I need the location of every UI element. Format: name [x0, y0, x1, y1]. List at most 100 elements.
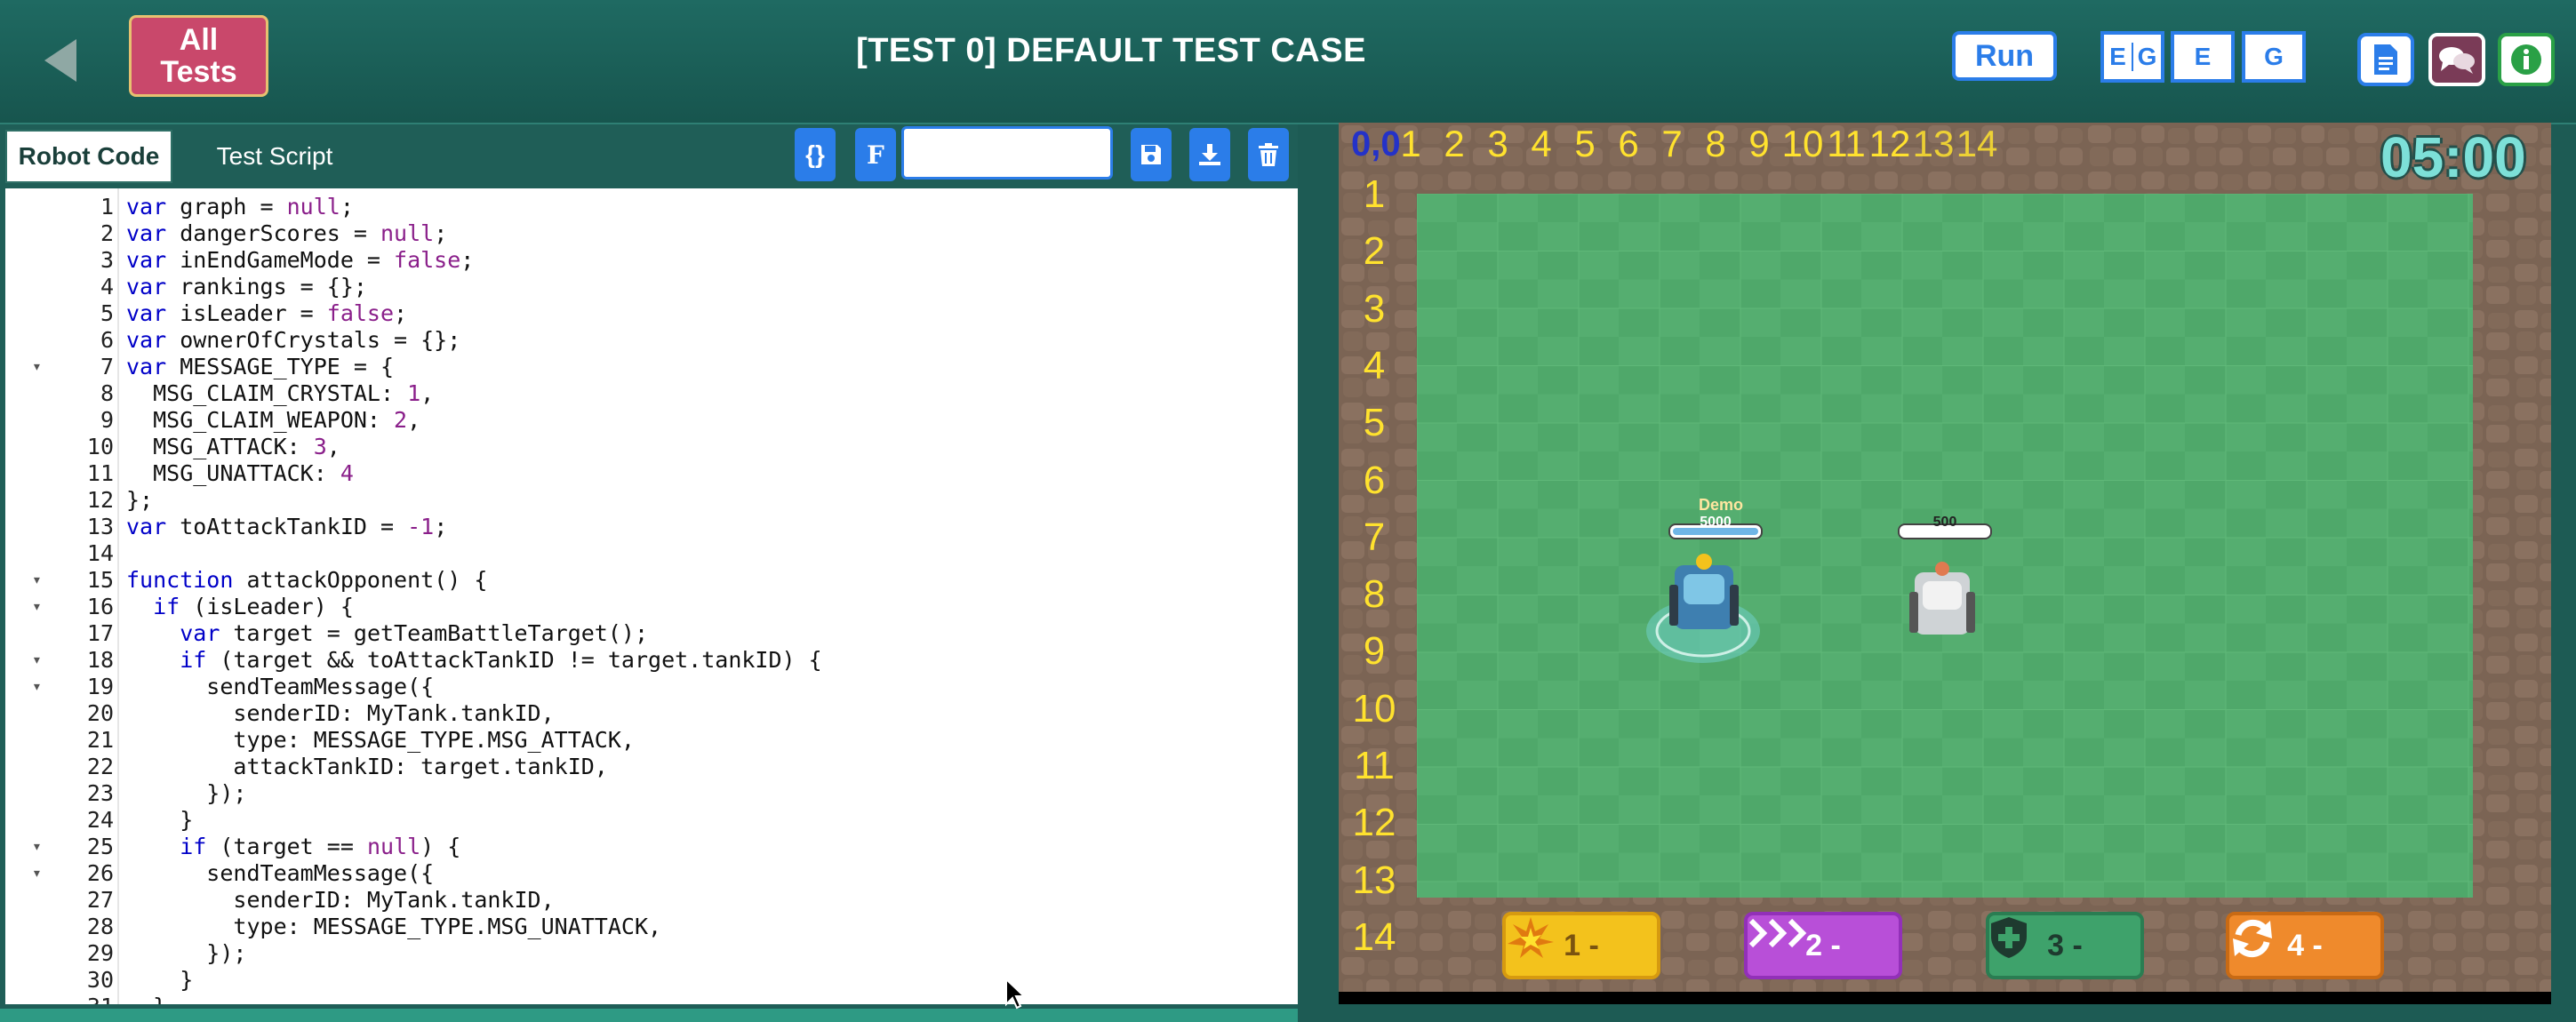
- code-line: 5 var isLeader = false;: [5, 300, 1298, 327]
- line-number: 25: [86, 834, 114, 859]
- search-input[interactable]: [901, 126, 1113, 180]
- shield-icon: [1991, 917, 2027, 958]
- code-text: });: [126, 780, 247, 806]
- mode-eg-button[interactable]: E G: [2100, 31, 2164, 83]
- line-number: 19: [86, 674, 114, 699]
- info-button[interactable]: [2498, 33, 2555, 86]
- skill-3-button[interactable]: 3 -: [1986, 912, 2144, 979]
- game-timer: 05:00: [2380, 125, 2526, 189]
- code-line: 2 var dangerScores = null;: [5, 220, 1298, 247]
- skill-4-button[interactable]: 4 -: [2226, 912, 2384, 979]
- code-line: 9 MSG_CLAIM_WEAPON: 2,: [5, 407, 1298, 434]
- line-number: 10: [86, 434, 114, 459]
- trash-icon: [1259, 143, 1278, 166]
- line-number: 30: [86, 967, 114, 993]
- row-label: 10: [1352, 686, 1396, 731]
- code-text: sendTeamMessage({: [126, 674, 435, 699]
- save-icon: [1141, 145, 1161, 164]
- line-number: 16: [86, 594, 114, 619]
- back-button[interactable]: [36, 34, 89, 87]
- code-line: 28 type: MESSAGE_TYPE.MSG_UNATTACK,: [5, 914, 1298, 940]
- code-line: 30 }: [5, 967, 1298, 994]
- function-list-button[interactable]: F: [855, 128, 896, 181]
- code-text: senderID: MyTank.tankID,: [126, 887, 555, 913]
- code-line: 12};: [5, 487, 1298, 514]
- code-line: ▾ 7 var MESSAGE_TYPE = {: [5, 354, 1298, 380]
- tank-demo-name: Demo: [1698, 496, 1743, 514]
- game-map-panel: 0,0 1 2 3 4 5 6 7 8 9 10 11 12 13 14 1 2 3 4 5 6 7 8 9 10 11 12 1…: [1339, 123, 2551, 1004]
- speed-arrows-icon: [1748, 918, 1807, 948]
- line-number: 7: [100, 354, 114, 379]
- code-text: MSG_CLAIM_WEAPON: 2,: [126, 407, 421, 433]
- skill-3-label: 3 -: [2047, 928, 2083, 962]
- code-text: MSG_UNATTACK: 4: [126, 460, 354, 486]
- column-label: 5: [1574, 123, 1596, 164]
- code-line: ▾ 25 if (target == null) {: [5, 834, 1298, 860]
- all-tests-button[interactable]: All Tests: [129, 15, 268, 97]
- explosion-icon: [1508, 917, 1554, 958]
- documentation-button[interactable]: [2357, 33, 2414, 86]
- code-text: if (target == null) {: [180, 834, 461, 859]
- row-label: 3: [1363, 286, 1386, 331]
- skill-2-button[interactable]: 2 -: [1744, 912, 1902, 979]
- code-line: 3 var inEndGameMode = false;: [5, 247, 1298, 274]
- code-text: };: [126, 487, 154, 513]
- line-number: 23: [86, 780, 114, 806]
- code-text: var inEndGameMode = false;: [126, 247, 475, 273]
- editor-panel: Robot Code Test Script {} F 1 var graph …: [0, 124, 1298, 1009]
- column-label: 12: [1868, 123, 1911, 164]
- row-label: 14: [1352, 914, 1396, 959]
- code-text: type: MESSAGE_TYPE.MSG_UNATTACK,: [126, 914, 662, 939]
- mode-eg-right-label: G: [2137, 43, 2157, 70]
- code-text: var toAttackTankID = -1;: [126, 514, 448, 539]
- line-number: 31: [41, 994, 114, 1004]
- code-text: sendTeamMessage({: [126, 860, 435, 886]
- code-line: 4 var rankings = {};: [5, 274, 1298, 300]
- row-label: 1: [1363, 172, 1386, 216]
- mode-g-button[interactable]: G: [2242, 31, 2306, 83]
- code-text: }: [126, 967, 194, 993]
- tab-robot-code[interactable]: Robot Code: [5, 130, 172, 183]
- code-line: ▾ 15 function attackOpponent() {: [5, 567, 1298, 594]
- tank-opponent-hp: 500: [1932, 515, 1957, 530]
- code-line: 17 var target = getTeamBattleTarget();: [5, 620, 1298, 647]
- line-number: 5: [100, 300, 114, 326]
- format-code-button[interactable]: {}: [795, 128, 836, 181]
- code-text: MSG_CLAIM_CRYSTAL: 1,: [126, 380, 435, 406]
- mode-e-button[interactable]: E: [2171, 31, 2235, 83]
- mouse-cursor-icon: [1005, 978, 1026, 1010]
- column-label: 4: [1531, 123, 1552, 164]
- skill-1-button[interactable]: 1 -: [1502, 912, 1660, 979]
- tab-test-script[interactable]: Test Script: [190, 130, 359, 183]
- code-text: if (target && toAttackTankID != target.t…: [180, 647, 822, 673]
- code-line: ▾ 19 sendTeamMessage({: [5, 674, 1298, 700]
- line-number: 9: [100, 407, 114, 433]
- line-number: 29: [86, 940, 114, 966]
- delete-button[interactable]: [1248, 128, 1289, 181]
- run-button[interactable]: Run: [1952, 31, 2057, 81]
- column-label: 3: [1487, 123, 1508, 164]
- download-button[interactable]: [1189, 128, 1230, 181]
- save-button[interactable]: [1131, 128, 1172, 181]
- code-editor[interactable]: 1 var graph = null; 2 var dangerScores = nu…: [5, 188, 1298, 1004]
- line-number: 12: [86, 487, 114, 513]
- code-text: if (isLeader) {: [153, 594, 354, 619]
- code-line: 11 MSG_UNATTACK: 4: [5, 460, 1298, 487]
- code-text: var ownerOfCrystals = {};: [126, 327, 461, 353]
- line-number: 2: [100, 220, 114, 246]
- row-label: 9: [1363, 629, 1386, 674]
- code-text: attackTankID: target.tankID,: [126, 754, 608, 779]
- code-line: 31 }: [5, 994, 1298, 1004]
- code-text: MSG_ATTACK: 3,: [126, 434, 340, 459]
- chat-button[interactable]: [2428, 33, 2485, 86]
- code-line: 23 });: [5, 780, 1298, 807]
- line-number: 17: [86, 620, 114, 646]
- code-line: ▾ 18 if (target && toAttackTankID != targ…: [5, 647, 1298, 674]
- code-line: 22 attackTankID: target.tankID,: [5, 754, 1298, 780]
- tank-demo-hp: 5000: [1700, 515, 1732, 530]
- code-line: 20 senderID: MyTank.tankID,: [5, 700, 1298, 727]
- column-label: 7: [1661, 123, 1683, 164]
- editor-tab-row: Robot Code Test Script {} F: [0, 124, 1298, 187]
- line-number: 11: [86, 460, 114, 486]
- code-line: 1 var graph = null;: [5, 194, 1298, 220]
